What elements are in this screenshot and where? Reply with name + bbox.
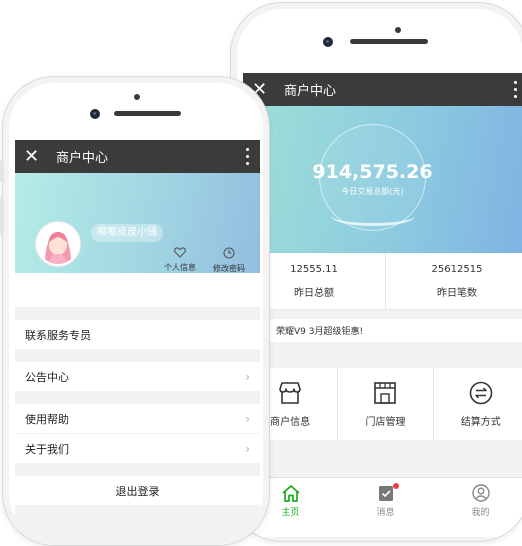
grid-item-label: 门店管理 [365,416,406,428]
stat-label: 昨日笔数 [437,287,477,299]
divider [15,391,260,404]
sensor-dot [134,94,140,100]
divider [15,349,260,362]
profile-strip [15,273,260,307]
front-camera [323,37,333,47]
sensor-dot [395,27,401,33]
divider [15,307,260,320]
nav-section-label: 导航 [243,342,522,368]
title-bar: ✕ 商户中心 [15,140,260,173]
chevron-right-icon: › [245,411,250,426]
grid-item-settlement[interactable]: 结算方式 [432,368,522,440]
avatar[interactable] [36,222,80,266]
stat-value: 25612515 [431,263,483,275]
divider [15,463,260,476]
user-icon [471,484,490,502]
avatar-illustration [38,224,78,264]
menu-item-label: 使用帮助 [25,412,69,426]
logout-button[interactable]: 退出登录 [15,476,260,505]
earpiece-speaker [350,39,428,44]
mute-switch [0,160,4,182]
volume-button [0,196,4,236]
clock-icon [223,247,235,259]
tab-label: 消息 [376,508,395,518]
page-title: 商户中心 [56,151,109,166]
today-amount-label: 今日交易总额(元) [341,187,404,196]
stat-yesterday-count[interactable]: 25612515 昨日笔数 [385,253,522,309]
menu-item-about[interactable]: 关于我们 › [15,434,260,463]
settlement-icon [469,381,493,404]
notice-text: 荣耀V9 3月超级钜惠! [276,327,364,337]
menu-item-label: 联系服务专员 [25,328,91,342]
stat-label: 昨日总额 [294,287,334,299]
notice-bar[interactable]: 荣耀V9 3月超级钜惠! [243,319,522,342]
menu-item-label: 公告中心 [25,370,69,384]
front-camera [90,109,100,119]
stat-value: 12555.11 [290,263,338,275]
today-amount: 914,575.26 [312,161,433,183]
shop-name: 嘟嘟皮皮小铺 [91,224,163,242]
revenue-hero: 914,575.26 今日交易总额(元) [243,106,522,253]
revenue-ring-arc [331,206,415,226]
more-vertical-icon[interactable] [514,81,518,98]
stats-row: 12555.11 昨日总额 25612515 昨日笔数 [243,253,522,310]
menu-item-help[interactable]: 使用帮助 › [15,404,260,433]
nav-grid: 商户信息 门店管理 结算方式 [243,368,522,440]
menu-item-contact-agent[interactable]: 联系服务专员 [15,320,260,349]
chevron-right-icon: › [245,369,250,384]
close-icon[interactable]: ✕ [15,140,48,173]
tab-profile[interactable]: 我的 [433,478,522,537]
shop-manage-icon [374,381,397,404]
home-icon [281,485,300,502]
personal-info-action[interactable]: 个人信息 [158,247,202,273]
bottom-tab-bar: 主页 消息 我的 [243,477,522,537]
store-icon [279,381,301,404]
earpiece-speaker [114,111,181,116]
menu-item-announcements[interactable]: 公告中心 › [15,362,260,391]
action-label: 修改密码 [213,264,245,273]
chevron-right-icon: › [245,441,250,456]
heart-icon [174,247,186,258]
action-label: 个人信息 [164,263,196,272]
grid-item-label: 结算方式 [460,416,501,428]
back-screen: ✕ 商户中心 914,575.26 今日交易总额(元) 12555.11 昨日总… [243,73,522,541]
tab-label: 主页 [281,508,300,518]
tab-messages[interactable]: 消息 [338,478,433,537]
title-bar: ✕ 商户中心 [243,73,522,106]
notification-badge [393,483,399,489]
front-phone: ✕ 商户中心 嘟嘟皮皮小铺 个人信息 修改密码 联系服务专员 公告中心 › 使用… [2,76,270,546]
change-password-action[interactable]: 修改密码 [207,247,251,274]
more-vertical-icon[interactable] [246,148,250,165]
grid-item-label: 商户信息 [270,416,311,428]
menu-item-label: 关于我们 [25,442,69,456]
back-phone: ✕ 商户中心 914,575.26 今日交易总额(元) 12555.11 昨日总… [230,2,522,542]
tab-label: 我的 [471,508,490,518]
front-screen: ✕ 商户中心 嘟嘟皮皮小铺 个人信息 修改密码 联系服务专员 公告中心 › 使用… [15,140,260,545]
page-title: 商户中心 [284,84,337,99]
grid-item-store-manage[interactable]: 门店管理 [337,368,432,440]
